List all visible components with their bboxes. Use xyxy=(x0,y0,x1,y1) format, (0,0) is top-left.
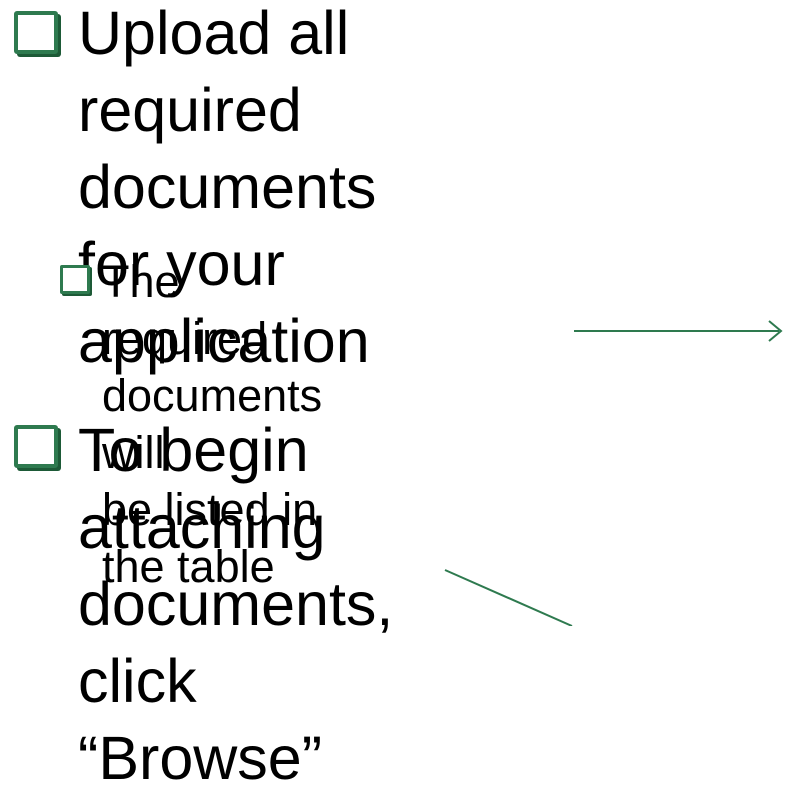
pointer-arrows xyxy=(444,320,783,626)
slide: Upload all required documents for your a… xyxy=(0,0,785,792)
arrow-icon xyxy=(574,320,783,342)
arrow-icon xyxy=(444,569,573,626)
